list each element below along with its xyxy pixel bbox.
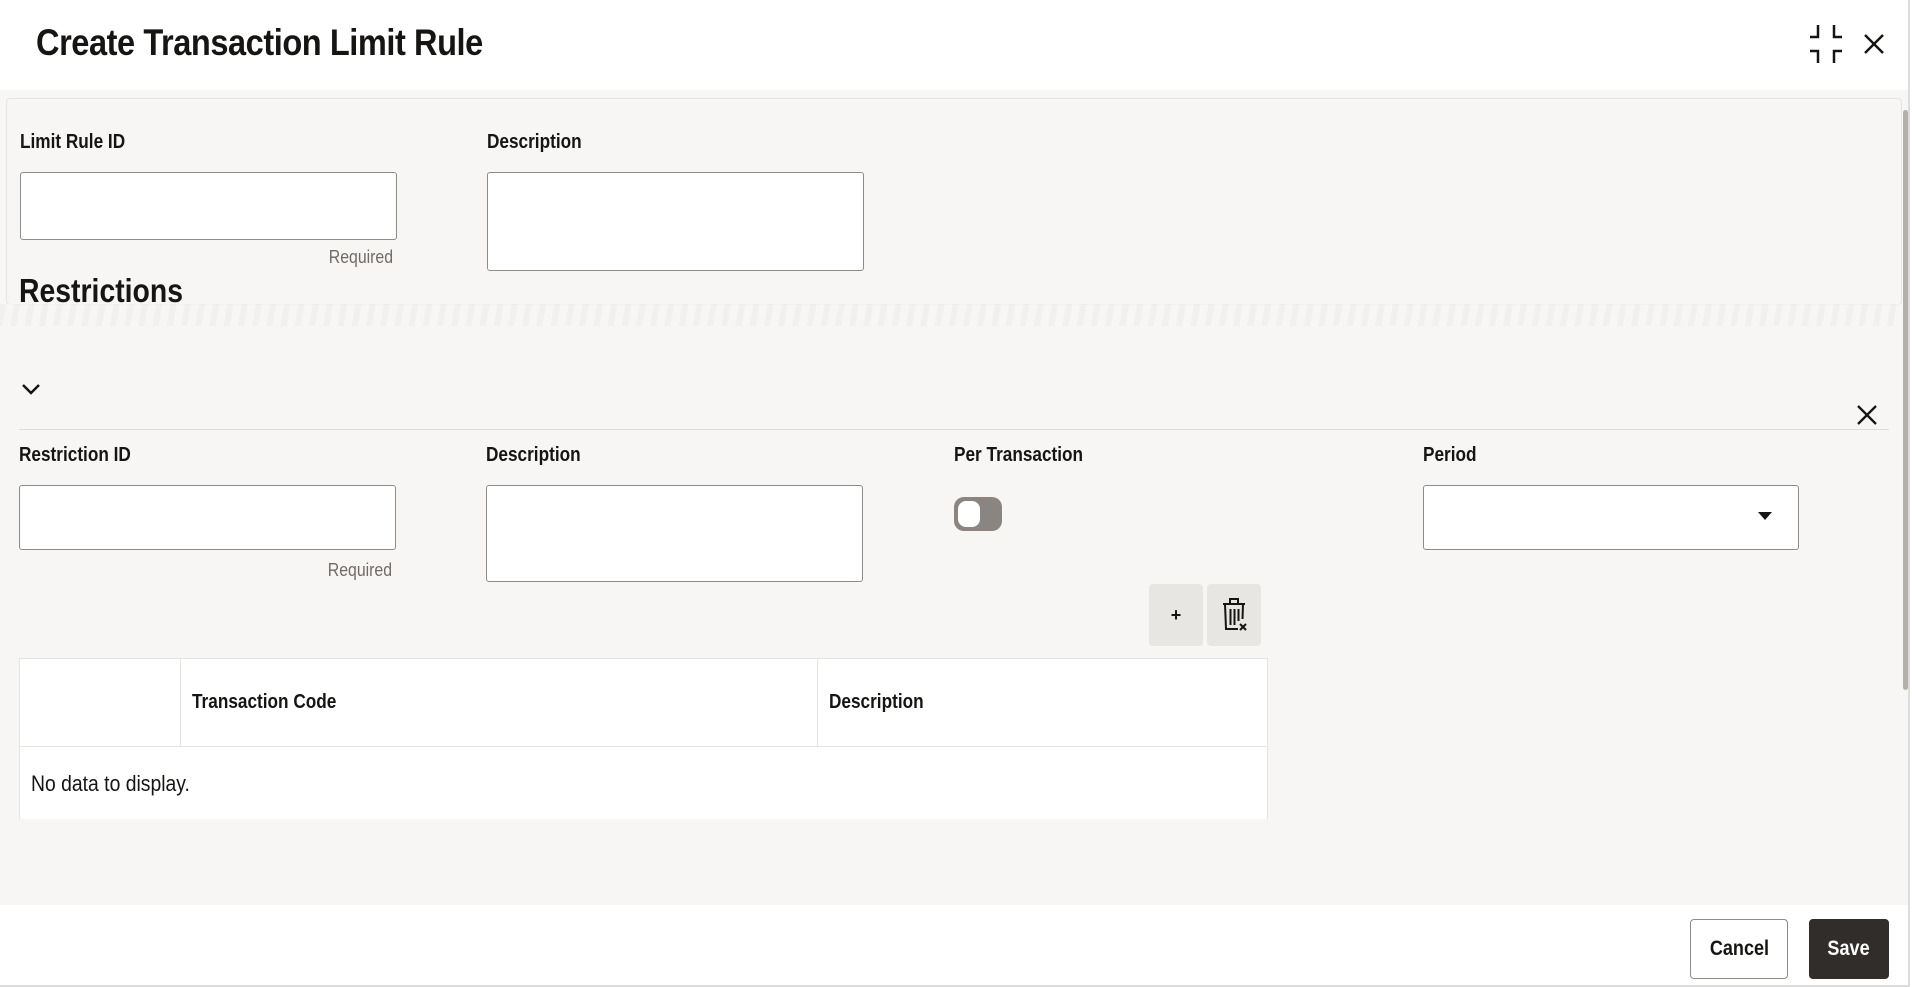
trash-icon bbox=[1223, 598, 1247, 631]
dialog-footer: Cancel Save bbox=[0, 905, 1908, 985]
transaction-code-table: Transaction Code Description No data to … bbox=[19, 658, 1268, 819]
close-icon[interactable] bbox=[1856, 22, 1892, 66]
restriction-description-label: Description bbox=[486, 444, 581, 466]
vertical-scrollbar[interactable] bbox=[1903, 110, 1908, 690]
dialog-header: Create Transaction Limit Rule bbox=[0, 0, 1908, 91]
restriction-description-input[interactable] bbox=[486, 485, 863, 582]
collapse-icon[interactable] bbox=[1808, 22, 1844, 66]
plus-icon: + bbox=[1170, 604, 1182, 625]
table-header-transaction-code[interactable]: Transaction Code bbox=[181, 659, 818, 747]
per-transaction-label: Per Transaction bbox=[954, 444, 1084, 466]
decorative-pattern bbox=[0, 304, 1900, 326]
period-select[interactable] bbox=[1423, 485, 1799, 550]
dialog-title: Create Transaction Limit Rule bbox=[36, 22, 483, 63]
cancel-button[interactable]: Cancel bbox=[1690, 919, 1788, 979]
dialog-content: Limit Rule ID Required Description Restr… bbox=[0, 90, 1908, 905]
table-empty-message: No data to display. bbox=[31, 771, 190, 796]
delete-row-button[interactable] bbox=[1207, 584, 1261, 646]
table-header-select bbox=[20, 659, 181, 747]
rule-description-label: Description bbox=[487, 131, 582, 153]
rule-description-input[interactable] bbox=[487, 172, 864, 271]
restriction-id-helper: Required bbox=[327, 560, 392, 580]
table-header-description[interactable]: Description bbox=[818, 659, 1267, 747]
caret-down-icon bbox=[1758, 512, 1772, 520]
limit-rule-id-helper: Required bbox=[328, 247, 393, 267]
per-transaction-toggle[interactable] bbox=[954, 497, 1002, 531]
restrictions-title: Restrictions bbox=[19, 272, 184, 309]
restriction-id-input[interactable] bbox=[19, 485, 396, 550]
period-label: Period bbox=[1423, 444, 1477, 466]
remove-restriction-icon[interactable] bbox=[1852, 400, 1882, 430]
save-button[interactable]: Save bbox=[1809, 919, 1889, 979]
restriction-divider bbox=[19, 429, 1889, 430]
toggle-knob bbox=[958, 501, 980, 527]
chevron-down-icon[interactable] bbox=[18, 376, 44, 402]
create-rule-dialog: Create Transaction Limit Rule Limit Rule… bbox=[0, 0, 1910, 987]
limit-rule-id-input[interactable] bbox=[20, 172, 397, 240]
add-row-button[interactable]: + bbox=[1149, 584, 1203, 646]
limit-rule-id-label: Limit Rule ID bbox=[20, 131, 126, 153]
restriction-id-label: Restriction ID bbox=[19, 444, 131, 466]
